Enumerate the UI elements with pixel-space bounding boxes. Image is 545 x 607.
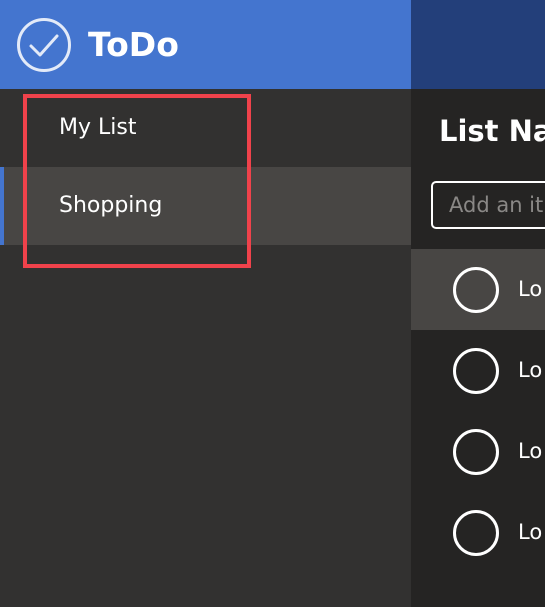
add-item-input[interactable] xyxy=(431,181,545,229)
app-header: ToDo xyxy=(0,0,411,89)
selection-indicator xyxy=(0,167,4,245)
complete-checkbox-icon[interactable] xyxy=(453,429,499,475)
complete-checkbox-icon[interactable] xyxy=(453,267,499,313)
todo-item[interactable]: Lo xyxy=(411,330,545,411)
main-content: List Na Lo Lo Lo Lo xyxy=(411,89,545,607)
todo-item[interactable]: Lo xyxy=(411,249,545,330)
complete-checkbox-icon[interactable] xyxy=(453,510,499,556)
sidebar-item-my-list[interactable]: My List xyxy=(0,89,411,167)
todo-text: Lo xyxy=(518,358,543,382)
todo-item[interactable]: Lo xyxy=(411,492,545,573)
todo-text: Lo xyxy=(518,439,543,463)
sidebar-item-shopping[interactable]: Shopping xyxy=(0,167,411,245)
todo-text: Lo xyxy=(518,277,543,301)
sidebar: My List Shopping xyxy=(0,89,411,607)
complete-checkbox-icon[interactable] xyxy=(453,348,499,394)
content-header-bar xyxy=(411,0,545,89)
sidebar-item-label: Shopping xyxy=(59,193,163,218)
sidebar-item-label: My List xyxy=(59,115,137,140)
todo-item[interactable]: Lo xyxy=(411,411,545,492)
check-circle-icon xyxy=(17,18,71,72)
todo-text: Lo xyxy=(518,520,543,544)
list-title: List Na xyxy=(439,114,545,148)
app-title: ToDo xyxy=(88,25,179,64)
